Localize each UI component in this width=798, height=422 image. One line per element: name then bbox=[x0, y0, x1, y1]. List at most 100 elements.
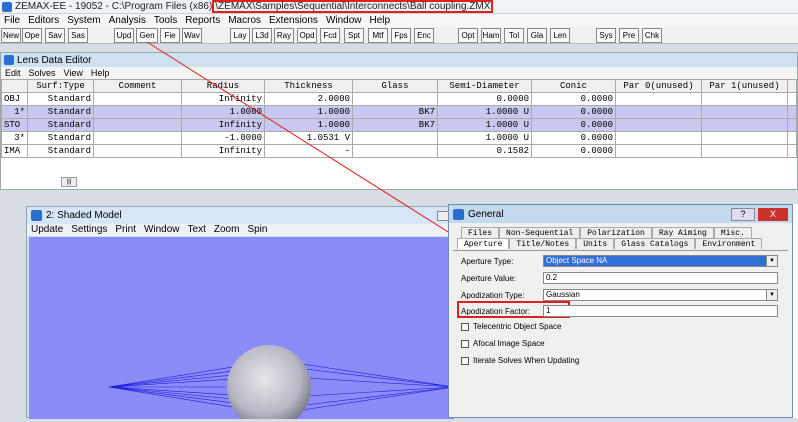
sm-menu-update[interactable]: Update bbox=[27, 224, 67, 236]
cell-conic[interactable]: 0.0000 bbox=[531, 105, 616, 119]
cell-par0[interactable] bbox=[615, 118, 702, 132]
tab-ray-aiming[interactable]: Ray Aiming bbox=[651, 227, 714, 238]
cell-comment[interactable] bbox=[93, 118, 182, 132]
tab-polarization[interactable]: Polarization bbox=[580, 227, 652, 238]
toolbar-fields-button[interactable]: Fie bbox=[160, 28, 180, 43]
cell-comment[interactable] bbox=[93, 92, 182, 106]
toolbar-fps-button[interactable]: Fps bbox=[391, 28, 411, 43]
sm-menu-text[interactable]: Text bbox=[184, 224, 210, 236]
tab-units[interactable]: Units bbox=[576, 238, 615, 249]
cell-comment[interactable] bbox=[93, 144, 182, 158]
cell-radius[interactable]: Infinity bbox=[181, 92, 265, 106]
toolbar-opd-button[interactable]: Opd bbox=[297, 28, 317, 43]
toolbar-enc-button[interactable]: Enc bbox=[414, 28, 434, 43]
help-button[interactable]: ? bbox=[731, 207, 755, 221]
toolbar-l3d-button[interactable]: L3d bbox=[252, 28, 272, 43]
tab-misc[interactable]: Misc. bbox=[713, 227, 752, 238]
header-par1[interactable]: Par 1(unused) bbox=[701, 79, 788, 93]
table-row[interactable]: 3* Standard -1.0000 1.0531 V 1.0000 U 0.… bbox=[1, 131, 797, 145]
table-row[interactable]: IMA Standard Infinity - 0.1582 0.0000 bbox=[1, 144, 797, 158]
cell-type[interactable]: Standard bbox=[27, 92, 94, 106]
cell-type[interactable]: Standard bbox=[27, 131, 94, 145]
toolbar-tol-button[interactable]: Tol bbox=[504, 28, 524, 43]
cell-glass[interactable] bbox=[352, 144, 438, 158]
cell-type[interactable]: Standard bbox=[27, 105, 94, 119]
menu-macros[interactable]: Macros bbox=[224, 14, 265, 27]
cell-thickness[interactable]: 1.0000 bbox=[264, 105, 353, 119]
header-par0[interactable]: Par 0(unused) bbox=[615, 79, 702, 93]
cell-thickness[interactable]: 1.0531 V bbox=[264, 131, 353, 145]
cell-surf[interactable]: 1* bbox=[1, 105, 28, 119]
cell-radius[interactable]: -1.0000 bbox=[181, 131, 265, 145]
toolbar-ham-button[interactable]: Ham bbox=[481, 28, 501, 43]
cell-par0[interactable] bbox=[615, 105, 702, 119]
cell-conic[interactable]: 0.0000 bbox=[531, 92, 616, 106]
afocal-checkbox[interactable]: Afocal Image Space bbox=[461, 339, 545, 348]
cell-radius[interactable]: Infinity bbox=[181, 118, 265, 132]
cell-semi-diameter[interactable]: 1.0000 U bbox=[437, 131, 532, 145]
tab-environment[interactable]: Environment bbox=[695, 238, 763, 249]
header-conic[interactable]: Conic bbox=[531, 79, 616, 93]
menu-window[interactable]: Window bbox=[322, 14, 366, 27]
sm-menu-settings[interactable]: Settings bbox=[67, 224, 111, 236]
cell-par1[interactable] bbox=[701, 118, 788, 132]
tab-files[interactable]: Files bbox=[461, 227, 500, 238]
tab-non-sequential[interactable]: Non-Sequential bbox=[499, 227, 581, 238]
cell-type[interactable]: Standard bbox=[27, 144, 94, 158]
cell-conic[interactable]: 0.0000 bbox=[531, 144, 616, 158]
menu-tools[interactable]: Tools bbox=[150, 14, 181, 27]
toolbar-sys-button[interactable]: Sys bbox=[596, 28, 616, 43]
table-row[interactable]: STO Standard Infinity 1.0000 BK7 1.0000 … bbox=[1, 118, 797, 132]
cell-par1[interactable] bbox=[701, 131, 788, 145]
sm-menu-window[interactable]: Window bbox=[140, 224, 184, 236]
header-thickness[interactable]: Thickness bbox=[264, 79, 353, 93]
table-row[interactable]: 1* Standard 1.0000 1.0000 BK7 1.0000 U 0… bbox=[1, 105, 797, 119]
lde-menu-solves[interactable]: Solves bbox=[25, 67, 60, 79]
cell-type[interactable]: Standard bbox=[27, 118, 94, 132]
cell-glass[interactable] bbox=[352, 92, 438, 106]
apodization-type-select[interactable]: Gaussian ▼ bbox=[543, 289, 778, 301]
cell-par1[interactable] bbox=[701, 144, 788, 158]
cell-thickness[interactable]: - bbox=[264, 144, 353, 158]
cell-par0[interactable] bbox=[615, 131, 702, 145]
lde-menu-view[interactable]: View bbox=[60, 67, 87, 79]
table-row[interactable]: OBJ Standard Infinity 2.0000 0.0000 0.00… bbox=[1, 92, 797, 106]
menu-analysis[interactable]: Analysis bbox=[105, 14, 150, 27]
header-radius[interactable]: Radius bbox=[181, 79, 265, 93]
toolbar-gla-button[interactable]: Gla bbox=[527, 28, 547, 43]
toolbar-wavelengths-button[interactable]: Wav bbox=[182, 28, 202, 43]
tab-title-notes[interactable]: Title/Notes bbox=[509, 238, 577, 249]
close-button[interactable]: X bbox=[758, 207, 788, 221]
horizontal-scrollbar-thumb[interactable]: ||| bbox=[61, 177, 77, 187]
toolbar-chk-button[interactable]: Chk bbox=[642, 28, 662, 43]
toolbar-new-button[interactable]: New bbox=[1, 28, 21, 43]
cell-surf[interactable]: STO bbox=[1, 118, 28, 132]
cell-par1[interactable] bbox=[701, 105, 788, 119]
cell-conic[interactable]: 0.0000 bbox=[531, 131, 616, 145]
header-comment[interactable]: Comment bbox=[93, 79, 182, 93]
cell-semi-diameter[interactable]: 0.0000 bbox=[437, 92, 532, 106]
tab-aperture[interactable]: Aperture bbox=[457, 238, 510, 249]
toolbar-mtf-button[interactable]: Mtf bbox=[368, 28, 388, 43]
menu-editors[interactable]: Editors bbox=[24, 14, 63, 27]
menu-file[interactable]: File bbox=[0, 14, 24, 27]
cell-surf[interactable]: IMA bbox=[1, 144, 28, 158]
aperture-type-select[interactable]: Object Space NA ▼ bbox=[543, 255, 778, 267]
cell-semi-diameter[interactable]: 0.1582 bbox=[437, 144, 532, 158]
lde-menu-edit[interactable]: Edit bbox=[1, 67, 25, 79]
cell-conic[interactable]: 0.0000 bbox=[531, 118, 616, 132]
sm-menu-print[interactable]: Print bbox=[111, 224, 140, 236]
cell-glass[interactable]: BK7 bbox=[352, 118, 438, 132]
header-semi-diameter[interactable]: Semi-Diameter bbox=[437, 79, 532, 93]
toolbar-spt-button[interactable]: Spt bbox=[344, 28, 364, 43]
toolbar-save-button[interactable]: Sav bbox=[45, 28, 65, 43]
menu-extensions[interactable]: Extensions bbox=[265, 14, 322, 27]
sm-menu-spin[interactable]: Spin bbox=[243, 224, 271, 236]
cell-thickness[interactable]: 1.0000 bbox=[264, 118, 353, 132]
tab-glass-catalogs[interactable]: Glass Catalogs bbox=[614, 238, 696, 249]
aperture-value-input[interactable]: 0.2 bbox=[543, 272, 778, 284]
cell-semi-diameter[interactable]: 1.0000 U bbox=[437, 118, 532, 132]
cell-surf[interactable]: OBJ bbox=[1, 92, 28, 106]
toolbar-opt-button[interactable]: Opt bbox=[458, 28, 478, 43]
cell-radius[interactable]: 1.0000 bbox=[181, 105, 265, 119]
